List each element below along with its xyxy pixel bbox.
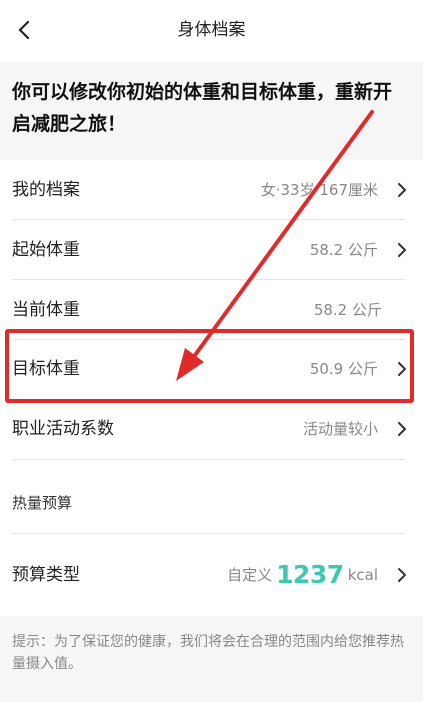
- row-label: 预算类型: [12, 565, 80, 585]
- budget-value: 自定义 1237 kcal: [227, 545, 378, 605]
- row-label: 职业活动系数: [12, 419, 114, 439]
- row-budget-type[interactable]: 预算类型 自定义 1237 kcal: [0, 545, 423, 605]
- budget-prefix: 自定义: [227, 566, 273, 584]
- row-value: 58.2 公斤: [309, 241, 378, 259]
- chevron-right-icon: [398, 362, 406, 376]
- row-my-profile[interactable]: 我的档案 女·33岁 167厘米: [0, 160, 423, 220]
- row-value: 女·33岁 167厘米: [260, 181, 378, 199]
- row-current-weight: 当前体重 58.2 公斤: [0, 280, 423, 340]
- row-starting-weight[interactable]: 起始体重 58.2 公斤: [0, 220, 423, 280]
- navigation-bar: 身体档案: [0, 0, 423, 62]
- intro-text: 你可以修改你初始的体重和目标体重，重新开启减肥之旅！: [12, 81, 393, 135]
- budget-number: 1237: [276, 560, 344, 589]
- chevron-right-icon: [398, 422, 406, 436]
- tip-text: 提示：为了保证您的健康，我们将会在合理的范围内给您推荐热量摄入值。: [12, 634, 404, 672]
- page-title: 身体档案: [177, 20, 246, 40]
- row-value: 50.9 公斤: [309, 360, 378, 378]
- row-label: 我的档案: [12, 180, 80, 200]
- budget-unit: kcal: [347, 566, 378, 584]
- row-value: 58.2 公斤: [313, 301, 382, 319]
- row-target-weight[interactable]: 目标体重 50.9 公斤: [0, 339, 423, 399]
- divider: [12, 459, 405, 460]
- divider: [12, 533, 405, 534]
- row-value: 活动量较小: [302, 420, 378, 438]
- chevron-right-icon: [398, 243, 406, 257]
- chevron-right-icon: [398, 183, 406, 197]
- section-label-calorie-budget: 热量预算: [12, 494, 73, 512]
- chevron-right-icon: [398, 568, 406, 582]
- row-label: 起始体重: [12, 240, 80, 260]
- row-label: 目标体重: [12, 359, 80, 379]
- row-label: 当前体重: [12, 300, 80, 320]
- intro-banner: 你可以修改你初始的体重和目标体重，重新开启减肥之旅！: [0, 62, 423, 160]
- row-activity-level[interactable]: 职业活动系数 活动量较小: [0, 399, 423, 459]
